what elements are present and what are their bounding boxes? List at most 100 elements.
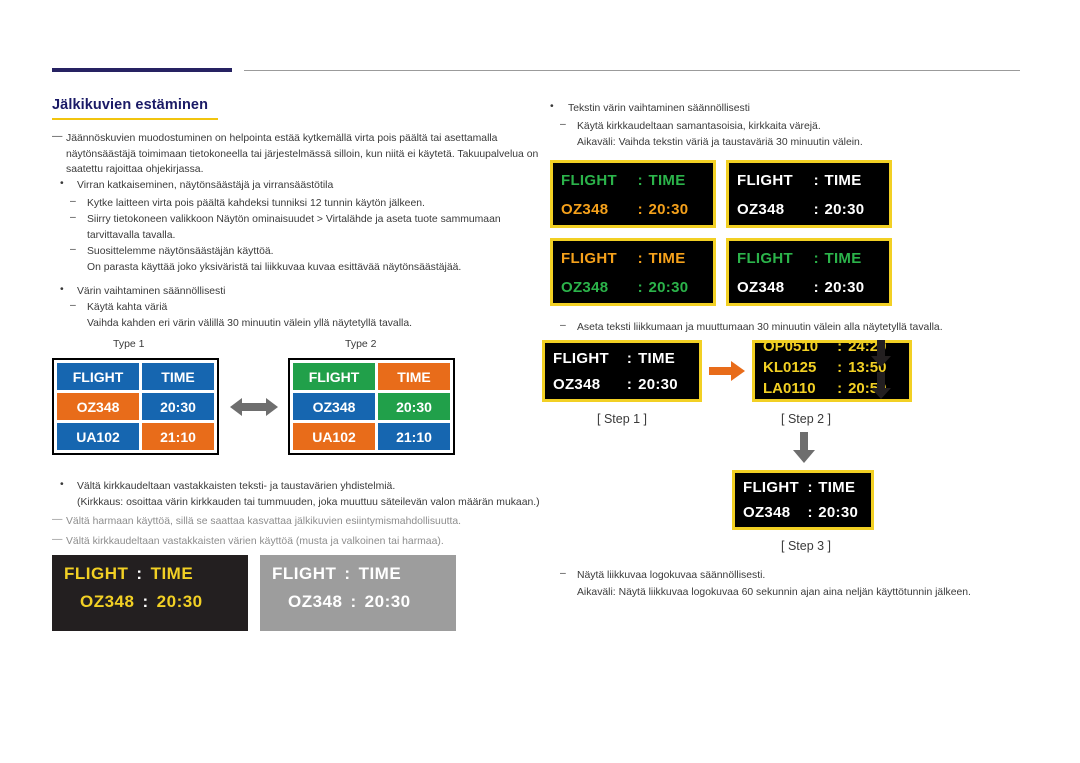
step1-label: [ Step 1 ]: [597, 412, 648, 426]
step2-row4-sep: :: [831, 401, 848, 402]
bullet-color-change: Värin vaihtaminen säännöllisesti: [77, 286, 226, 297]
dash-marker: —: [52, 514, 63, 525]
type2-flight-cell: FLIGHT: [293, 363, 375, 390]
type2-oz-cell: OZ348: [293, 393, 375, 420]
board4-oz: OZ348: [737, 278, 785, 296]
bullet-marker: •: [60, 178, 64, 189]
dash-marker: —: [52, 534, 63, 545]
left-right-arrow-icon: [230, 398, 278, 416]
step1-oz: OZ348: [553, 375, 601, 393]
header-rule-left: [52, 68, 232, 72]
gray-board-colon: :: [344, 564, 351, 583]
title-underline: [52, 118, 218, 120]
type1-time-cell: TIME: [142, 363, 214, 390]
board4-sep2: :: [813, 278, 819, 296]
step3-time: TIME: [818, 479, 856, 496]
board4-flight: FLIGHT: [737, 249, 793, 267]
step2-label: [ Step 2 ]: [781, 412, 832, 426]
intro-text: Jäännöskuvien muodostuminen on helpointa…: [66, 133, 539, 175]
bullet-marker: •: [60, 479, 64, 490]
dash-marker: –: [560, 568, 566, 579]
sub-screensaver-detail: On parasta käyttää joko yksiväristä tai …: [87, 262, 462, 273]
note-avoid-contrast-colors: Vältä kirkkaudeltaan vastakkaisten värie…: [66, 536, 444, 547]
type1-ua-cell: UA102: [57, 423, 139, 450]
sub-bright-colors: Käytä kirkkaudeltaan samantasoisia, kirk…: [577, 121, 821, 132]
scroll-down-arrow-icon-1: [871, 340, 891, 367]
dash-marker: –: [70, 244, 76, 255]
dark-board-colon: :: [136, 564, 143, 583]
dark-board-flight: FLIGHT: [64, 564, 129, 583]
type1-board: FLIGHT TIME OZ348 20:30 UA102 21:10: [52, 358, 219, 455]
sub-power-off-1: Kytke laitteen virta pois päältä kahdeks…: [87, 198, 425, 209]
sub-moving-logo: Näytä liikkuvaa logokuvaa säännöllisesti…: [577, 570, 766, 581]
board1-sep: :: [637, 171, 643, 189]
color-sample-board-1: FLIGHT : TIME OZ348 : 20:30: [550, 160, 716, 228]
type2-ua-cell: UA102: [293, 423, 375, 450]
gray-board: FLIGHT : TIME OZ348 : 20:30: [260, 555, 456, 631]
step1-time: TIME: [638, 349, 676, 367]
sub-scroll-text: Aseta teksti liikkumaan ja muuttumaan 30…: [577, 322, 943, 333]
right-arrow-icon: [709, 361, 745, 381]
bullet-avoid-contrast-detail: (Kirkkaus: osoittaa värin kirkkauden tai…: [77, 497, 540, 508]
note-avoid-gray: Vältä harmaan käyttöä, sillä se saattaa …: [66, 516, 462, 527]
board3-oz: OZ348: [561, 278, 609, 296]
sub-moving-logo-interval: Aikaväli: Näytä liikkuvaa logokuvaa 60 s…: [577, 587, 971, 598]
dash-marker: –: [70, 300, 76, 311]
step3-oz: OZ348: [743, 504, 791, 521]
board4-sep: :: [813, 249, 819, 267]
bullet-marker: •: [60, 284, 64, 295]
board1-oz: OZ348: [561, 200, 609, 218]
dark-board-oz-time: 20:30: [156, 592, 203, 611]
gray-board-time: TIME: [358, 564, 402, 583]
type1-oz-time-cell: 20:30: [142, 393, 214, 420]
step3-sep: :: [807, 479, 813, 496]
board2-oz: OZ348: [737, 200, 785, 218]
step2-row1-code: OP0510: [763, 340, 819, 355]
color-sample-board-3: FLIGHT : TIME OZ348 : 20:30: [550, 238, 716, 306]
step1-oz-time: 20:30: [638, 375, 678, 393]
type2-ua-time-cell: 21:10: [378, 423, 450, 450]
dark-board: FLIGHT : TIME OZ348 : 20:30: [52, 555, 248, 631]
step2-row4-code: KL0025: [763, 401, 831, 402]
board4-time: TIME: [824, 249, 862, 267]
board3-sep: :: [637, 249, 643, 267]
dash-marker: –: [70, 196, 76, 207]
type1-ua-time-cell: 21:10: [142, 423, 214, 450]
board1-oz-time: 20:30: [648, 200, 689, 218]
board1-flight: FLIGHT: [561, 171, 617, 189]
sub-power-off-2: Siirry tietokoneen valikkoon Näytön omin…: [87, 214, 501, 241]
step1-flight: FLIGHT: [553, 349, 609, 367]
board2-flight: FLIGHT: [737, 171, 793, 189]
sub-two-colors: Käytä kahta väriä: [87, 302, 168, 313]
gray-board-colon2: :: [350, 592, 357, 611]
step1-sep: :: [626, 349, 633, 367]
bullet-avoid-contrast: Vältä kirkkaudeltaan vastakkaisten tekst…: [77, 481, 396, 492]
header-rule-right: [244, 70, 1020, 71]
gray-board-flight: FLIGHT: [272, 564, 337, 583]
board4-oz-time: 20:30: [824, 278, 865, 296]
step3-oz-time: 20:30: [818, 504, 859, 521]
step3-board: FLIGHT : TIME OZ348 : 20:30: [732, 470, 874, 530]
sub-two-colors-detail: Vaihda kahden eri värin välillä 30 minuu…: [87, 318, 412, 329]
step1-sep2: :: [626, 375, 633, 393]
manual-page: Jälkikuvien estäminen — Jäännöskuvien mu…: [0, 0, 1080, 763]
bullet-text-color: Tekstin värin vaihtaminen säännöllisesti: [568, 103, 750, 114]
dark-board-oz: OZ348: [80, 592, 135, 611]
board1-time: TIME: [648, 171, 686, 189]
color-sample-board-2: FLIGHT : TIME OZ348 : 20:30: [726, 160, 892, 228]
type2-board: FLIGHT TIME OZ348 20:30 UA102 21:10: [288, 358, 455, 455]
dark-board-time: TIME: [150, 564, 194, 583]
board2-oz-time: 20:30: [824, 200, 865, 218]
board1-sep2: :: [637, 200, 643, 218]
step2-row2-sep: :: [837, 359, 843, 376]
step3-flight: FLIGHT: [743, 479, 799, 496]
board3-oz-time: 20:30: [648, 278, 689, 296]
scroll-down-arrow-icon-2: [871, 372, 891, 399]
dark-board-colon2: :: [142, 592, 149, 611]
type1-oz-cell: OZ348: [57, 393, 139, 420]
type1-label: Type 1: [113, 338, 145, 350]
type2-label: Type 2: [345, 338, 377, 350]
step3-sep2: :: [807, 504, 813, 521]
bullet-power-off: Virran katkaiseminen, näytönsäästäjä ja …: [77, 180, 334, 191]
gray-board-oz: OZ348: [288, 592, 343, 611]
